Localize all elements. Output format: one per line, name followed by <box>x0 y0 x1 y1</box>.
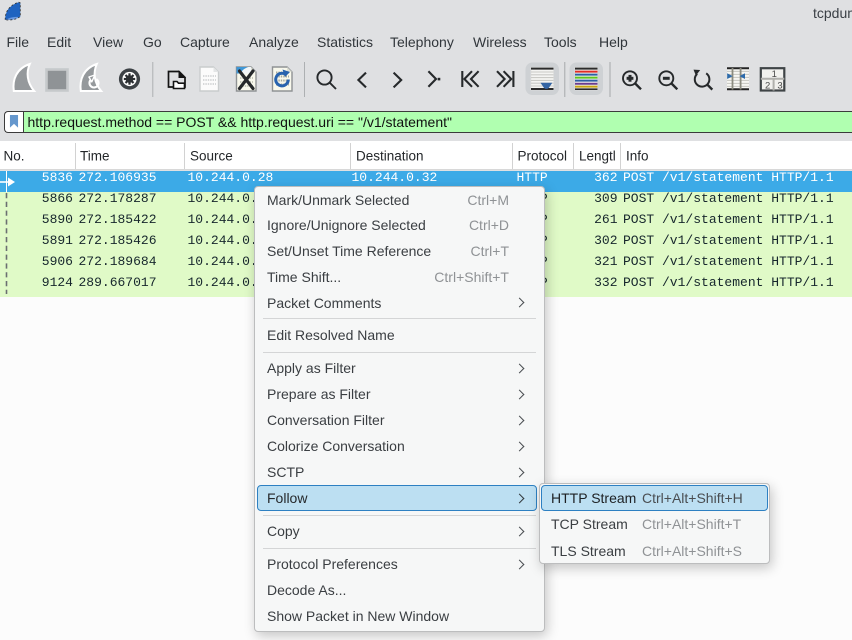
svg-text:2: 2 <box>765 81 770 92</box>
svg-text:1: 1 <box>772 69 777 80</box>
svg-text:3: 3 <box>777 81 782 92</box>
